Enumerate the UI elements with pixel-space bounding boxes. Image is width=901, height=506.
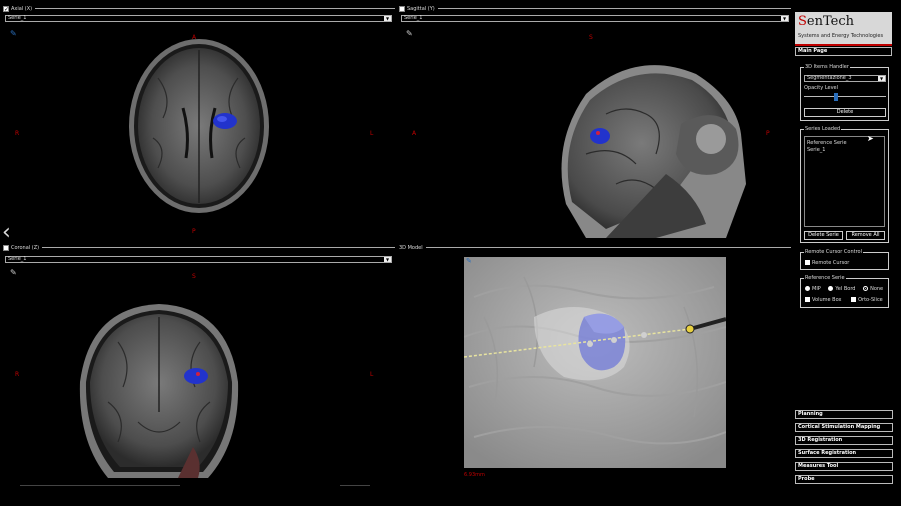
list-item[interactable]: Serie_1 — [805, 146, 884, 154]
nav-probe[interactable]: Probe — [795, 475, 893, 484]
axial-title: Axial (X) — [11, 5, 33, 12]
coronal-orient-left: R — [15, 371, 20, 378]
axial-orient-right: L — [370, 130, 374, 137]
sagittal-title: Sagittal (Y) — [407, 5, 435, 12]
reference-radios: MIP Yel Bord None — [805, 286, 883, 292]
coronal-checkbox[interactable] — [3, 244, 9, 251]
divider — [42, 247, 395, 248]
axial-header: Axial (X) — [3, 3, 395, 14]
model3d-header: 3D Model — [399, 242, 791, 253]
nav-cortical-stimulation-mapping[interactable]: Cortical Stimulation Mapping — [795, 423, 893, 432]
radio-mip-label: MIP — [812, 286, 821, 292]
axial-orient-left: R — [15, 130, 20, 137]
pencil-icon[interactable]: ✎ — [466, 257, 472, 265]
opacity-slider-thumb[interactable] — [833, 93, 838, 101]
coronal-serie-select[interactable]: Serie_1 ▼ — [5, 256, 392, 263]
sagittal-orient-top: S — [589, 34, 593, 41]
sagittal-serie-select[interactable]: Serie_1 ▼ — [401, 15, 789, 22]
collapse-arrow-icon[interactable]: ‹ — [2, 222, 11, 244]
pencil-icon[interactable]: ✎ — [10, 268, 17, 277]
coronal-header: Coronal (Z) — [3, 242, 395, 253]
nav-surface-registration[interactable]: Surface Registration — [795, 449, 893, 458]
mouse-cursor-icon: ➤ — [867, 134, 874, 143]
model3d-render[interactable]: ✎ — [464, 257, 726, 468]
nav-planning[interactable]: Planning — [795, 410, 893, 419]
series-loaded-label: Series Loaded — [804, 126, 842, 132]
axial-checkbox[interactable] — [3, 5, 9, 12]
sagittal-orient-left: A — [412, 130, 417, 137]
delete-button[interactable]: Delete — [804, 108, 886, 117]
chevron-down-icon[interactable]: ▼ — [781, 16, 788, 21]
divider — [425, 247, 791, 248]
logo-brand-initial: S — [798, 14, 807, 29]
remote-cursor-option-label: Remote Cursor — [812, 260, 850, 266]
axial-orient-bottom: P — [192, 228, 196, 235]
segmentation-value: Segmentazione_3 — [807, 75, 852, 81]
logo-brand-rest: enTech — [806, 14, 854, 29]
series-loaded-group: Series Loaded Reference Serie Serie_1 De… — [800, 126, 889, 243]
radio-none[interactable]: None — [863, 286, 883, 292]
sagittal-brain-image[interactable] — [546, 54, 746, 238]
divider — [437, 8, 791, 9]
radio-mip[interactable]: MIP — [805, 286, 821, 292]
volume-box-label: Volume Box — [812, 297, 842, 303]
remote-cursor-group: Remote Cursor Control Remote Cursor — [800, 249, 889, 270]
orto-slice-option[interactable]: Orto-Slice — [851, 297, 883, 303]
reference-serie-group: Reference Serie MIP Yel Bord None Volume… — [800, 275, 889, 308]
radio-yel-bord-dot[interactable] — [828, 286, 834, 291]
axial-brain-image[interactable] — [128, 38, 270, 214]
coronal-orient-top: S — [192, 273, 196, 280]
coronal-title: Coronal (Z) — [11, 244, 40, 251]
opacity-slider-track[interactable] — [804, 96, 886, 97]
remove-all-button[interactable]: Remove All — [846, 231, 885, 240]
items-handler-label: 3D Items Handler — [804, 64, 850, 70]
sagittal-serie-value: Serie_1 — [404, 15, 423, 21]
radio-none-dot[interactable] — [863, 286, 869, 291]
distance-readout: 6.93mm — [464, 472, 485, 478]
radio-yel-bord[interactable]: Yel Bord — [828, 286, 855, 292]
orto-slice-checkbox[interactable] — [851, 297, 857, 302]
axial-serie-select[interactable]: Serie_1 ▼ — [5, 15, 392, 22]
volume-box-option[interactable]: Volume Box — [805, 297, 841, 303]
sentech-logo: SenTech Systems and Energy Technologies — [795, 12, 892, 46]
nav-measures-tool[interactable]: Measures Tool — [795, 462, 893, 471]
coronal-brain-image[interactable] — [78, 302, 240, 478]
orto-slice-label: Orto-Slice — [858, 297, 883, 303]
delete-serie-button[interactable]: Delete Serie — [804, 231, 843, 240]
logo-subtitle: Systems and Energy Technologies — [798, 33, 884, 39]
radio-none-label: None — [870, 286, 884, 292]
series-list[interactable]: Reference Serie Serie_1 — [804, 136, 885, 227]
opacity-label: Opacity Level — [804, 85, 839, 91]
items-handler-group: 3D Items Handler Segmentazione_3 ▼ Opaci… — [800, 64, 889, 121]
segmentation-select[interactable]: Segmentazione_3 ▼ — [804, 75, 886, 82]
pencil-icon[interactable]: ✎ — [10, 29, 17, 38]
sagittal-orient-right: P — [766, 130, 770, 137]
radio-mip-dot[interactable] — [805, 286, 810, 291]
logo-brand: SenTech — [798, 14, 854, 29]
chevron-down-icon[interactable]: ▼ — [384, 16, 391, 21]
coronal-serie-value: Serie_1 — [8, 256, 27, 262]
sagittal-header: Sagittal (Y) — [399, 3, 791, 14]
reference-serie-label: Reference Serie — [804, 275, 846, 281]
main-page-button[interactable]: Main Page — [795, 47, 892, 56]
remote-cursor-label: Remote Cursor Control — [804, 249, 863, 255]
divider — [35, 8, 395, 9]
coronal-orient-right: L — [370, 371, 374, 378]
remote-cursor-option[interactable]: Remote Cursor — [805, 260, 849, 266]
axial-serie-value: Serie_1 — [8, 15, 27, 21]
chevron-down-icon[interactable]: ▼ — [878, 76, 885, 81]
model3d-title: 3D Model — [399, 244, 423, 251]
divider — [340, 485, 370, 486]
divider — [20, 485, 180, 486]
chevron-down-icon[interactable]: ▼ — [384, 257, 391, 262]
remote-cursor-checkbox[interactable] — [805, 260, 810, 265]
reference-checks: Volume Box Orto-Slice — [805, 297, 883, 303]
nav-3d-registration[interactable]: 3D Registration — [795, 436, 893, 445]
sagittal-checkbox[interactable] — [399, 5, 405, 12]
pencil-icon[interactable]: ✎ — [406, 29, 413, 38]
volume-box-checkbox[interactable] — [805, 297, 810, 302]
radio-yel-bord-label: Yel Bord — [835, 286, 856, 292]
